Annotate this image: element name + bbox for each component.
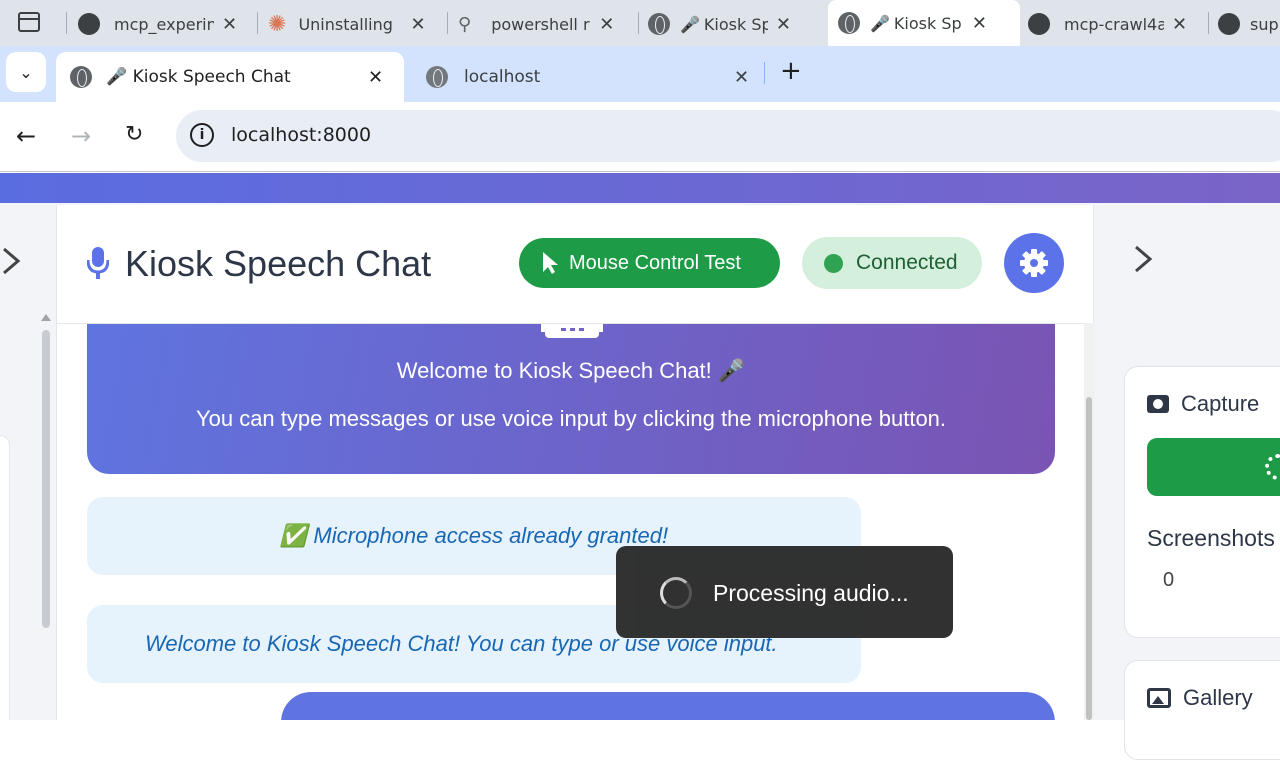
claude-icon: ✺: [268, 11, 287, 37]
window-tab-3[interactable]: ⚲ powershell r ✕: [458, 8, 630, 40]
github-icon: [1218, 13, 1240, 35]
camera-icon: [1147, 395, 1169, 413]
left-scrollbar-thumb[interactable]: [42, 330, 50, 628]
microphone-emoji-icon: 🎤: [680, 14, 700, 34]
globe-icon: [648, 13, 670, 35]
close-icon[interactable]: ✕: [368, 67, 383, 88]
app-header: Kiosk Speech Chat Mouse Control Test Con…: [56, 205, 1094, 324]
close-icon[interactable]: ✕: [776, 14, 791, 35]
tab-list-button[interactable]: ⌄: [6, 52, 46, 92]
processing-spinner-icon: [660, 577, 692, 609]
processing-label: Processing audio...: [713, 580, 909, 606]
mouse-control-test-label: Mouse Control Test: [569, 251, 741, 274]
images-icon: [1147, 688, 1171, 708]
cursor-icon: [541, 251, 559, 275]
window-tab-1[interactable]: mcp_experin ✕: [78, 8, 248, 40]
sidebar-expand-left-chevron-icon[interactable]: [0, 241, 24, 281]
loading-spinner-icon: [1265, 454, 1280, 480]
window-tab-title: Uninstalling: [298, 14, 393, 34]
top-gradient-banner: [0, 173, 1280, 203]
window-tab-title: sup: [1250, 14, 1279, 34]
window-tab-strip: mcp_experin ✕ ✺ Uninstalling ✕ ⚲ powersh…: [0, 0, 1280, 46]
window-tab-title: mcp-crawl4a: [1064, 14, 1164, 34]
left-side-panel: [0, 435, 10, 720]
chat-scrollbar-thumb[interactable]: [1086, 397, 1092, 720]
search-icon: ⚲: [458, 13, 472, 35]
gallery-card: Gallery: [1124, 660, 1280, 760]
globe-icon: [70, 66, 92, 88]
window-tab-title: mcp_experin: [114, 14, 214, 34]
left-scroll-up-arrow[interactable]: [41, 314, 51, 321]
new-tab-plus-icon[interactable]: +: [780, 56, 802, 86]
github-icon: [1028, 13, 1050, 35]
screenshots-count: 0: [1163, 569, 1175, 591]
window-tab-title: powershell r: [491, 14, 590, 34]
chevron-down-icon: ⌄: [19, 62, 33, 82]
microphone-emoji-icon: 🎤: [870, 13, 890, 33]
connection-status-badge: Connected: [802, 237, 982, 289]
microphone-icon: [86, 247, 110, 281]
window-tab-title: Kiosk Sp: [703, 14, 768, 34]
app-title: Kiosk Speech Chat: [125, 243, 432, 284]
github-icon: [78, 13, 100, 35]
globe-icon: [426, 66, 448, 88]
capture-card: Capture Screenshots 0: [1124, 366, 1280, 638]
capture-button[interactable]: [1147, 438, 1280, 496]
capture-header: Capture: [1147, 391, 1259, 417]
reload-icon[interactable]: ↻: [125, 122, 143, 147]
capture-title: Capture: [1181, 391, 1260, 416]
status-dot: [824, 254, 843, 273]
address-bar[interactable]: i localhost:8000: [176, 110, 1280, 162]
chat-messages-area: Welcome to Kiosk Speech Chat! 🎤 You can …: [56, 324, 1094, 720]
welcome-subtitle: You can type messages or use voice input…: [195, 406, 947, 431]
gallery-header: Gallery: [1147, 685, 1253, 711]
tab-title: localhost: [464, 67, 541, 87]
browser-tab-strip: ⌄ 🎤 Kiosk Speech Chat ✕ localhost ✕ +: [0, 46, 1280, 102]
forward-arrow-icon[interactable]: →: [71, 122, 91, 150]
window-tab-2[interactable]: ✺ Uninstalling ✕: [268, 8, 438, 40]
welcome-title: Welcome to Kiosk Speech Chat! 🎤: [396, 358, 746, 383]
tab-title: 🎤 Kiosk Speech Chat: [106, 67, 291, 87]
screenshots-label: Screenshots: [1147, 525, 1275, 551]
settings-button[interactable]: [1004, 233, 1064, 293]
gear-icon: [1020, 249, 1048, 277]
back-arrow-icon[interactable]: ←: [16, 122, 36, 150]
close-icon[interactable]: ✕: [1172, 14, 1187, 35]
close-icon[interactable]: ✕: [222, 14, 237, 35]
welcome-card: Welcome to Kiosk Speech Chat! 🎤 You can …: [87, 324, 1055, 474]
robot-icon: [541, 324, 603, 340]
tab-kiosk-speech-chat[interactable]: 🎤 Kiosk Speech Chat ✕: [56, 52, 404, 102]
close-icon[interactable]: ✕: [410, 14, 425, 35]
close-icon[interactable]: ✕: [734, 67, 749, 88]
window-tab-title: Kiosk Sp: [893, 13, 962, 33]
browser-toolbar: ← → ↻ i localhost:8000: [0, 102, 1280, 172]
window-tab-6[interactable]: mcp-crawl4a ✕: [1028, 8, 1200, 40]
tab-search-icon[interactable]: [18, 12, 40, 32]
globe-icon: [838, 12, 860, 34]
connection-status-label: Connected: [856, 251, 958, 274]
window-tab-4[interactable]: 🎤 Kiosk Sp ✕: [648, 8, 820, 40]
url-text: localhost:8000: [231, 124, 372, 146]
window-tab-7[interactable]: sup: [1218, 8, 1280, 40]
window-tab-5-active[interactable]: 🎤 Kiosk Sp ✕: [828, 0, 1020, 46]
tab-localhost[interactable]: localhost ✕: [412, 52, 762, 102]
site-info-icon[interactable]: i: [190, 123, 214, 147]
close-icon[interactable]: ✕: [972, 13, 987, 34]
close-icon[interactable]: ✕: [599, 14, 614, 35]
gallery-title: Gallery: [1183, 685, 1253, 710]
panel-collapse-right-chevron-icon[interactable]: [1132, 239, 1156, 279]
mouse-control-test-button[interactable]: Mouse Control Test: [519, 238, 780, 288]
user-message-bubble: [281, 692, 1055, 720]
